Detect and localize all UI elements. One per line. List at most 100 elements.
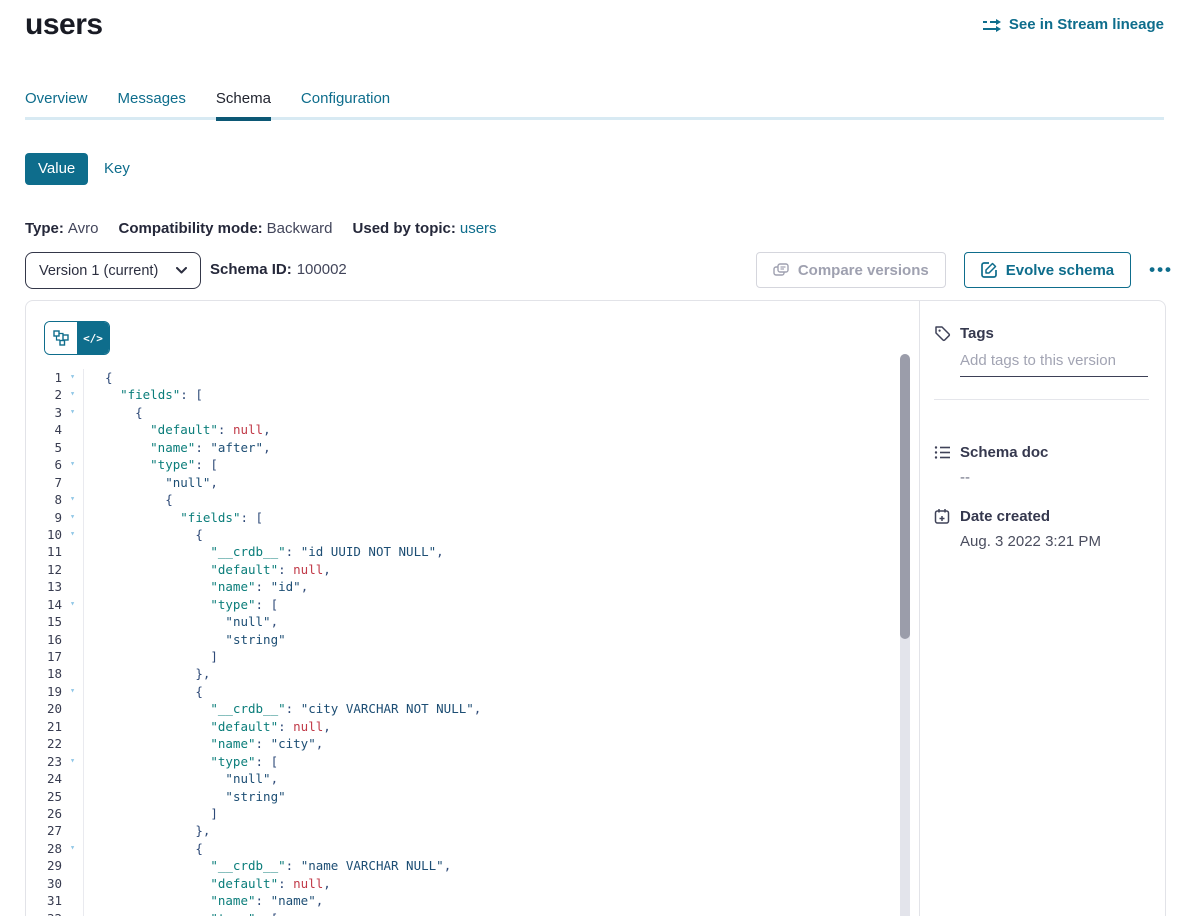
fold-toggle-icon[interactable]: ▾ [62,840,83,857]
code-line: 14▾ "type": [ [26,596,919,613]
tab-configuration[interactable]: Configuration [301,90,390,119]
code-text: "name": "id", [83,578,308,595]
code-line: 12 "default": null, [26,561,919,578]
code-scrollbar[interactable] [900,354,910,916]
fold-spacer [62,805,83,822]
line-number: 12 [26,561,62,578]
fold-toggle-icon[interactable]: ▾ [62,596,83,613]
line-number: 16 [26,631,62,648]
code-line: 25 "string" [26,788,919,805]
stream-lineage-icon [983,18,1002,32]
compare-versions-button[interactable]: Compare versions [756,252,946,288]
line-number: 31 [26,892,62,909]
fold-spacer [62,892,83,909]
fold-spacer [62,474,83,491]
tree-view-button[interactable] [45,322,77,354]
fold-spacer [62,875,83,892]
schema-actions: Compare versions Evolve schema ••• [756,252,1173,288]
line-number: 18 [26,665,62,682]
fold-toggle-icon[interactable]: ▾ [62,683,83,700]
code-line: 11 "__crdb__": "id UUID NOT NULL", [26,543,919,560]
fold-spacer [62,613,83,630]
lineage-link-label: See in Stream lineage [1009,16,1164,33]
used-by-topic-field: Used by topic:users [353,220,497,237]
code-text: "__crdb__": "id UUID NOT NULL", [83,543,444,560]
fold-toggle-icon[interactable]: ▾ [62,369,83,386]
line-number: 30 [26,875,62,892]
line-number: 11 [26,543,62,560]
line-number: 27 [26,822,62,839]
see-in-stream-lineage-link[interactable]: See in Stream lineage [983,16,1164,33]
code-line: 27 }, [26,822,919,839]
schema-view-toggle: </> [44,321,110,355]
code-line: 29 "__crdb__": "name VARCHAR NULL", [26,857,919,874]
fold-toggle-icon[interactable]: ▾ [62,526,83,543]
code-text: "null", [83,770,278,787]
fold-toggle-icon[interactable]: ▾ [62,404,83,421]
version-select[interactable]: Version 1 (current) [25,252,201,289]
fold-spacer [62,700,83,717]
schema-code-editor[interactable]: 1▾{2▾ "fields": [3▾ {4 "default": null,5… [26,369,919,916]
schema-meta-row: Type:Avro Compatibility mode:Backward Us… [25,220,497,237]
line-number: 32 [26,910,62,916]
tab-messages[interactable]: Messages [118,90,186,119]
add-tags-input[interactable] [960,352,1148,377]
code-text: "default": null, [83,875,331,892]
fold-toggle-icon[interactable]: ▾ [62,386,83,403]
date-created-value: Aug. 3 2022 3:21 PM [960,533,1149,550]
fold-toggle-icon[interactable]: ▾ [62,910,83,916]
code-text: "null", [83,474,218,491]
value-toggle-button[interactable]: Value [25,153,88,185]
code-text: "default": null, [83,718,331,735]
fold-toggle-icon[interactable]: ▾ [62,509,83,526]
type-field: Type:Avro [25,220,98,237]
evolve-schema-button[interactable]: Evolve schema [964,252,1131,288]
code-line: 21 "default": null, [26,718,919,735]
line-number: 2 [26,386,62,403]
list-icon [934,445,951,460]
tags-title: Tags [960,325,994,342]
fold-spacer [62,665,83,682]
line-number: 22 [26,735,62,752]
fold-spacer [62,631,83,648]
code-text: { [83,683,203,700]
code-text: "name": "after", [83,439,271,456]
line-number: 17 [26,648,62,665]
code-text: "string" [83,788,286,805]
code-line: 17 ] [26,648,919,665]
fold-toggle-icon[interactable]: ▾ [62,753,83,770]
more-actions-button[interactable]: ••• [1149,260,1173,280]
fold-toggle-icon[interactable]: ▾ [62,491,83,508]
code-scrollbar-thumb[interactable] [900,354,910,639]
version-select-value: Version 1 (current) [39,263,158,279]
code-line: 32▾ "type": [ [26,910,919,916]
fold-spacer [62,421,83,438]
line-number: 7 [26,474,62,491]
tab-bar: Overview Messages Schema Configuration [25,90,1164,121]
code-text: "null", [83,613,278,630]
line-number: 14 [26,596,62,613]
fold-spacer [62,822,83,839]
code-text: { [83,404,143,421]
code-text: "type": [ [83,456,218,473]
date-created-header: Date created [934,508,1149,525]
code-view-button[interactable]: </> [77,322,109,354]
fold-spacer [62,770,83,787]
code-line: 5 "name": "after", [26,439,919,456]
key-toggle-button[interactable]: Key [104,160,130,177]
fold-toggle-icon[interactable]: ▾ [62,456,83,473]
page-title: users [25,8,103,42]
line-number: 10 [26,526,62,543]
code-line: 26 ] [26,805,919,822]
code-line: 24 "null", [26,770,919,787]
fold-spacer [62,543,83,560]
tab-overview[interactable]: Overview [25,90,88,119]
tab-schema[interactable]: Schema [216,90,271,119]
tag-icon [934,325,951,342]
topic-link[interactable]: users [460,220,497,237]
code-line: 16 "string" [26,631,919,648]
date-created-title: Date created [960,508,1050,525]
line-number: 29 [26,857,62,874]
fold-spacer [62,561,83,578]
code-line: 31 "name": "name", [26,892,919,909]
